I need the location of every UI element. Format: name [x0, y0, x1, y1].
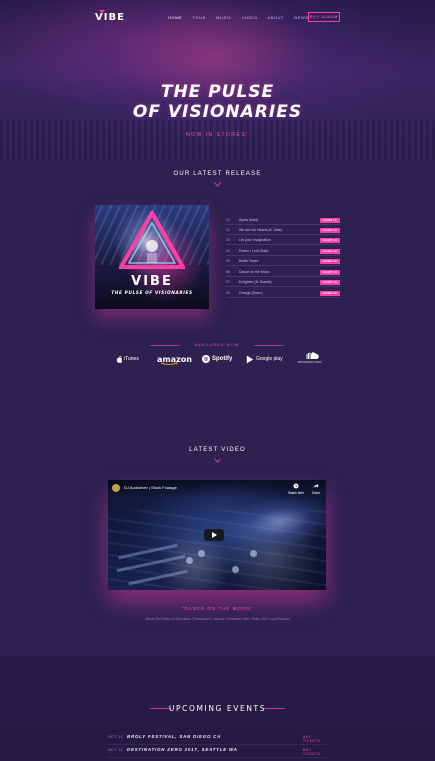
track-number: 05 — [226, 259, 230, 263]
track-row: 01 Alpha (Intro) SAMPLE — [226, 218, 340, 225]
channel-avatar[interactable] — [112, 484, 120, 492]
store-label: SOUNDCLOUD — [298, 360, 322, 364]
share-button[interactable]: Share — [306, 483, 326, 497]
track-name: Alpha (Intro) — [239, 218, 259, 222]
chevron-down-icon — [214, 182, 221, 187]
nav-link-news[interactable]: News — [294, 15, 308, 20]
store-label: Spotify — [212, 356, 233, 362]
track-sample-button[interactable]: SAMPLE — [320, 218, 340, 223]
store-google-play[interactable]: Google play — [246, 351, 283, 367]
watch-later-label: Watch later — [287, 491, 304, 495]
track-number: 06 — [226, 270, 230, 274]
track-sample-button[interactable]: SAMPLE — [320, 228, 340, 233]
track-row: 07 Enlighten (ft. Scarlet) SAMPLE — [226, 280, 340, 287]
video-description: Album The Pulse of Visionaries | Release… — [145, 617, 290, 621]
track-sample-button[interactable]: SAMPLE — [320, 249, 340, 254]
album-cover[interactable]: VIBE THE PULSE OF VISIONARIES — [95, 205, 209, 309]
track-row: 02 We are Ion Hearts (ft. Jade) SAMPLE — [226, 228, 340, 235]
video-title[interactable]: DJ Audioriver | Stock Footage — [124, 485, 177, 490]
track-sample-button[interactable]: SAMPLE — [320, 291, 340, 296]
hero-subtitle: Now in stores! — [186, 132, 249, 138]
event-name: BROLY FESTIVAL, SAN DIEGO CA — [127, 734, 222, 739]
store-amazon[interactable]: amazon — [157, 351, 192, 367]
event-date: OCT 14 — [108, 748, 124, 752]
share-label: Share — [311, 491, 321, 495]
nav-link-video[interactable]: Video — [242, 15, 257, 20]
crowd-background — [0, 120, 435, 160]
buy-tickets-link[interactable]: Buy Tickets — [303, 748, 327, 756]
track-number: 08 — [226, 291, 230, 295]
apple-icon — [116, 355, 122, 363]
track-name: Power / Lord Guild — [239, 249, 268, 253]
divider-line — [254, 345, 284, 346]
store-label: iTunes — [124, 356, 139, 362]
video-section-title: Latest Video — [189, 447, 246, 453]
hero-section: VIBE Home Tour Music Video About News Bu… — [0, 0, 435, 160]
track-name: Omega (Outro) — [239, 291, 263, 295]
track-row: 03 Let your Imagination SAMPLE — [226, 238, 340, 245]
buy-album-button[interactable]: Buy Album — [308, 12, 340, 22]
track-sample-button[interactable]: SAMPLE — [320, 270, 340, 275]
track-name: Bottle Tones — [239, 259, 259, 263]
track-row: 06 Dance on the Moon SAMPLE — [226, 270, 340, 277]
hero-title-line-2: OF VISIONARIES — [132, 102, 303, 122]
nav-link-home[interactable]: Home — [168, 15, 182, 20]
amazon-smile-icon — [160, 362, 178, 365]
release-section-title: Our latest release — [173, 171, 262, 177]
video-caption: "Dance on the Moon" — [181, 606, 254, 611]
track-row: 08 Omega (Outro) SAMPLE — [226, 291, 340, 298]
track-sample-button[interactable]: SAMPLE — [320, 280, 340, 285]
share-icon — [313, 483, 319, 488]
event-date: OCT 10 — [108, 735, 124, 739]
event-name: DESTINATION ZERO 2017, SEATTLE WA — [127, 747, 238, 752]
store-itunes[interactable]: iTunes — [116, 351, 139, 367]
track-number: 02 — [226, 228, 230, 232]
nav-links: Home Tour Music Video About News — [168, 15, 309, 20]
video-topbar: DJ Audioriver | Stock Footage Watch late… — [108, 480, 326, 498]
google-play-icon — [246, 355, 254, 363]
track-row: 05 Bottle Tones SAMPLE — [226, 259, 340, 266]
store-soundcloud[interactable]: SOUNDCLOUD — [298, 351, 322, 367]
track-name: Dance on the Moon — [239, 270, 270, 274]
track-number: 03 — [226, 238, 230, 242]
track-number: 04 — [226, 249, 230, 253]
store-label: Google play — [256, 356, 283, 362]
divider-line — [264, 708, 285, 709]
track-number: 07 — [226, 280, 230, 284]
site-logo[interactable]: VIBE — [95, 12, 125, 23]
track-number: 01 — [226, 218, 230, 222]
track-sample-button[interactable]: SAMPLE — [320, 259, 340, 264]
soundcloud-icon — [306, 352, 319, 359]
track-row: 04 Power / Lord Guild SAMPLE — [226, 249, 340, 256]
watch-later-button[interactable]: Watch later — [286, 483, 306, 497]
nav-link-music[interactable]: Music — [216, 15, 232, 20]
chevron-down-icon — [214, 458, 221, 463]
track-name: Enlighten (ft. Scarlet) — [239, 280, 272, 284]
track-name: Let your Imagination — [239, 238, 271, 242]
top-nav: VIBE Home Tour Music Video About News Bu… — [0, 10, 435, 24]
play-button[interactable] — [204, 529, 224, 541]
track-name: We are Ion Hearts (ft. Jade) — [239, 228, 283, 232]
spotify-icon — [202, 355, 210, 363]
hero-title-line-1: THE PULSE — [160, 82, 275, 102]
nav-link-about[interactable]: About — [267, 15, 284, 20]
store-links: iTunes amazon Spotify Google play SOUNDC… — [0, 351, 435, 367]
buy-tickets-link[interactable]: Buy Tickets — [303, 735, 327, 743]
album-subtitle: THE PULSE OF VISIONARIES — [111, 291, 193, 296]
triangle-logo-icon — [119, 211, 185, 269]
event-row: OCT 10 BROLY FESTIVAL, SAN DIEGO CA Buy … — [108, 733, 327, 745]
clock-icon — [293, 483, 299, 489]
page: VIBE Home Tour Music Video About News Bu… — [0, 0, 435, 761]
available-now-label: Available now — [194, 342, 240, 347]
events-section-title: Upcoming Events — [168, 704, 267, 713]
store-spotify[interactable]: Spotify — [202, 351, 232, 367]
track-sample-button[interactable]: SAMPLE — [320, 238, 340, 243]
event-row: OCT 14 DESTINATION ZERO 2017, SEATTLE WA… — [108, 746, 327, 758]
nav-link-tour[interactable]: Tour — [192, 15, 206, 20]
album-title: VIBE — [131, 274, 173, 289]
divider-line — [150, 345, 180, 346]
